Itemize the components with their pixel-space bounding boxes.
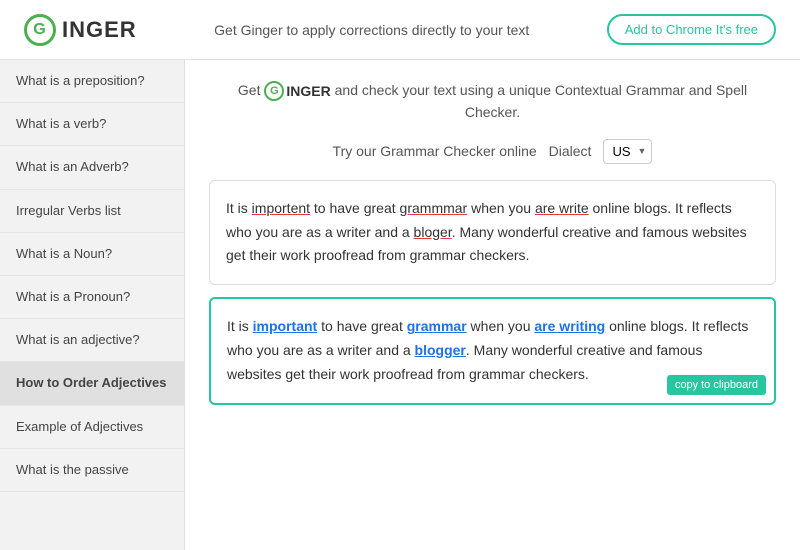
orig-text-3: when you — [467, 200, 535, 216]
corr-text-3: when you — [467, 318, 535, 334]
dialect-label: Dialect — [549, 143, 592, 159]
main-layout: What is a preposition? What is a verb? W… — [0, 60, 800, 550]
sidebar-item-verb[interactable]: What is a verb? — [0, 103, 184, 146]
ginger-logo-inline[interactable]: G INGER — [264, 81, 330, 102]
error-bloger: bloger — [414, 224, 452, 240]
corrected-blogger: blogger — [415, 342, 466, 358]
promo-banner: Get G INGER and check your text using a … — [209, 80, 776, 123]
sidebar-item-passive[interactable]: What is the passive — [0, 449, 184, 492]
corrected-important: important — [253, 318, 318, 334]
sidebar-item-noun[interactable]: What is a Noun? — [0, 233, 184, 276]
error-importent: importent — [252, 200, 310, 216]
header: G INGER Get Ginger to apply corrections … — [0, 0, 800, 60]
sidebar: What is a preposition? What is a verb? W… — [0, 60, 185, 550]
corrected-grammar: grammar — [407, 318, 467, 334]
add-to-chrome-button[interactable]: Add to Chrome It's free — [607, 14, 776, 45]
sidebar-item-example-adjectives[interactable]: Example of Adjectives — [0, 406, 184, 449]
sidebar-item-preposition[interactable]: What is a preposition? — [0, 60, 184, 103]
grammar-checker-label: Try our Grammar Checker online — [333, 143, 537, 159]
error-grammmar: grammmar — [400, 200, 468, 216]
copy-to-clipboard-button[interactable]: copy to clipboard — [667, 375, 766, 395]
orig-text-it-is: It is — [226, 200, 252, 216]
error-are-write: are write — [535, 200, 589, 216]
sidebar-item-adjective[interactable]: What is an adjective? — [0, 319, 184, 362]
promo-text-before: Get — [238, 82, 264, 98]
corr-text-2: to have great — [317, 318, 407, 334]
sidebar-item-order-adjectives[interactable]: How to Order Adjectives — [0, 362, 184, 405]
sidebar-item-irregular-verbs[interactable]: Irregular Verbs list — [0, 190, 184, 233]
logo-g-small-icon: G — [264, 81, 284, 101]
orig-text-2: to have great — [310, 200, 400, 216]
corrected-text-box: It is important to have great grammar wh… — [209, 297, 776, 404]
logo-text: INGER — [62, 17, 137, 43]
corr-text-it-is: It is — [227, 318, 253, 334]
sidebar-item-pronoun[interactable]: What is a Pronoun? — [0, 276, 184, 319]
corrected-are-writing: are writing — [534, 318, 605, 334]
original-text-box: It is importent to have great grammmar w… — [209, 180, 776, 285]
logo[interactable]: G INGER — [24, 14, 137, 46]
promo-logo-text: INGER — [286, 81, 330, 102]
dialect-wrapper: US UK — [603, 139, 652, 164]
header-tagline: Get Ginger to apply corrections directly… — [137, 22, 607, 38]
grammar-checker-row: Try our Grammar Checker online Dialect U… — [209, 139, 776, 164]
sidebar-item-adverb[interactable]: What is an Adverb? — [0, 146, 184, 189]
promo-text-after: and check your text using a unique Conte… — [335, 82, 747, 120]
dialect-select[interactable]: US UK — [603, 139, 652, 164]
content-area: Get G INGER and check your text using a … — [185, 60, 800, 550]
logo-g-icon: G — [24, 14, 56, 46]
